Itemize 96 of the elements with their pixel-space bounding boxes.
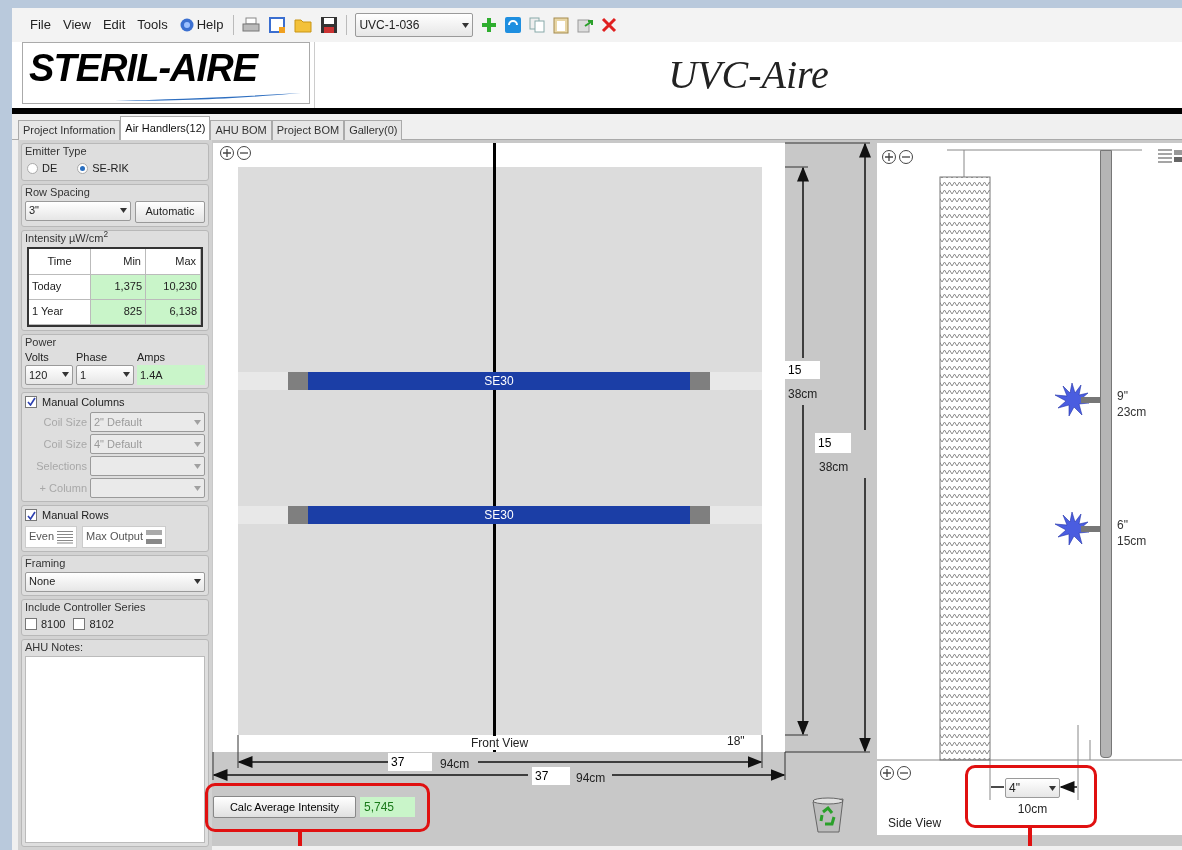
column-header: Time [29, 248, 91, 275]
dimension-label: 94cm [440, 756, 470, 773]
rows-icon [57, 529, 74, 544]
field-label: Volts [25, 350, 50, 363]
menu-item[interactable]: Help [177, 15, 226, 35]
spacing-dropdown[interactable]: 4" [1005, 778, 1060, 798]
checkbox-option[interactable]: 8100 [25, 615, 66, 632]
plus-icon[interactable] [481, 17, 498, 33]
menu-item[interactable]: View [60, 15, 93, 35]
caret-icon [194, 579, 201, 584]
checkbox[interactable] [73, 617, 86, 630]
checkbox[interactable] [25, 395, 37, 408]
tab[interactable]: AHU BOM [210, 120, 272, 140]
view-caption: Side View [888, 815, 942, 832]
table-cell: 1 Year [29, 299, 91, 325]
dimension-label: 23cm [1117, 404, 1147, 421]
radio-option[interactable]: SE-RIK [77, 160, 129, 177]
project-dropdown[interactable]: UVC-1-036 [355, 13, 474, 37]
logo-text: STERIL-AIRE [29, 47, 258, 89]
lamp-tube: SE30 [308, 372, 690, 390]
dimension-field[interactable]: 37 [532, 767, 570, 785]
caret-icon [123, 372, 130, 377]
group-label: Power [25, 334, 58, 349]
caret-icon [62, 372, 69, 377]
dropdown[interactable]: 120 [25, 364, 73, 385]
group-label: Row Spacing [25, 184, 91, 199]
dropdown[interactable]: 1 [76, 364, 134, 385]
column-header: Max [146, 248, 201, 275]
row-mode-button[interactable]: Max Output [82, 525, 166, 548]
save-icon[interactable] [320, 16, 339, 34]
view-caption: Front View [468, 736, 532, 750]
new-document-icon[interactable] [268, 16, 287, 34]
menu-item[interactable]: File [28, 15, 53, 35]
dimension-field[interactable]: 15 [785, 361, 820, 379]
radio-option[interactable]: DE [27, 160, 58, 177]
table-cell: 6,138 [146, 299, 201, 325]
menu-item[interactable]: Edit [100, 15, 128, 35]
caret-icon [194, 463, 201, 469]
dimension-label: 10cm [1016, 801, 1049, 818]
app-title: UVC-Aire [668, 51, 829, 99]
automatic-button[interactable]: Automatic [135, 200, 205, 223]
dimension-label: 9" [1117, 388, 1128, 405]
dimension-label: 38cm [819, 459, 849, 476]
dimension-label: 38cm [788, 386, 818, 403]
dimension-label: 6" [1117, 517, 1128, 534]
group-label: Framing [25, 555, 67, 570]
emitter-icon [1055, 512, 1101, 546]
field-label: Phase [76, 350, 109, 363]
amps-field: 1.4A [137, 364, 205, 385]
dimension-label: 94cm [576, 770, 606, 787]
print-icon[interactable] [242, 17, 261, 33]
group-label: Include Controller Series [25, 599, 147, 614]
table-cell: 1,375 [91, 274, 146, 300]
emitter-icon [1055, 383, 1101, 417]
checkbox-option[interactable]: Manual Columns [25, 392, 205, 410]
dropdown[interactable]: None [25, 571, 205, 592]
trash-icon[interactable] [810, 796, 846, 834]
help-icon [179, 18, 194, 32]
table-cell: 825 [91, 299, 146, 325]
caret-icon [194, 485, 201, 491]
rows-icon [145, 529, 162, 544]
tab[interactable]: Project BOM [271, 120, 345, 140]
list-icon[interactable] [1158, 148, 1182, 164]
dimension-field[interactable]: 15 [815, 433, 851, 453]
row-mode-button[interactable]: Even [25, 525, 78, 548]
menu-item[interactable]: Tools [135, 15, 170, 35]
calc-button[interactable]: Calc Average Intensity [213, 796, 356, 818]
caret-icon [120, 208, 127, 213]
field-label: Amps [137, 350, 167, 363]
caret-icon [194, 441, 201, 447]
tab[interactable]: Air Handlers(12) [120, 116, 211, 140]
tab[interactable]: Project Information [18, 120, 121, 140]
group-label: Emitter Type [25, 144, 88, 158]
checkbox[interactable] [25, 509, 37, 522]
group-label: AHU Notes: [25, 640, 85, 654]
caret-icon [1049, 785, 1056, 791]
delete-icon[interactable] [601, 17, 618, 33]
table-cell: 10,230 [146, 274, 201, 300]
table-cell: Today [29, 274, 91, 300]
dimension-field[interactable]: 37 [388, 753, 432, 771]
clipboard-icon[interactable] [553, 16, 570, 34]
refresh-icon[interactable] [505, 17, 522, 33]
checkbox-option[interactable]: 8102 [73, 615, 114, 632]
export-icon[interactable] [577, 17, 594, 33]
caret-icon [194, 419, 201, 425]
dimension-label: 15cm [1117, 533, 1147, 550]
dimension-label: 18" [727, 733, 745, 750]
group-label: Intensity µW/cm$^{2}$ [25, 230, 110, 245]
average-intensity-field: 5,745 [360, 797, 415, 817]
caret-icon [462, 22, 470, 28]
checkbox[interactable] [25, 617, 37, 630]
checkbox-option[interactable]: Manual Rows [25, 506, 205, 524]
tab[interactable]: Gallery(0) [344, 120, 403, 140]
column-header: Min [91, 248, 146, 275]
dropdown[interactable]: 3" [25, 200, 131, 221]
lamp-tube: SE30 [308, 506, 690, 524]
